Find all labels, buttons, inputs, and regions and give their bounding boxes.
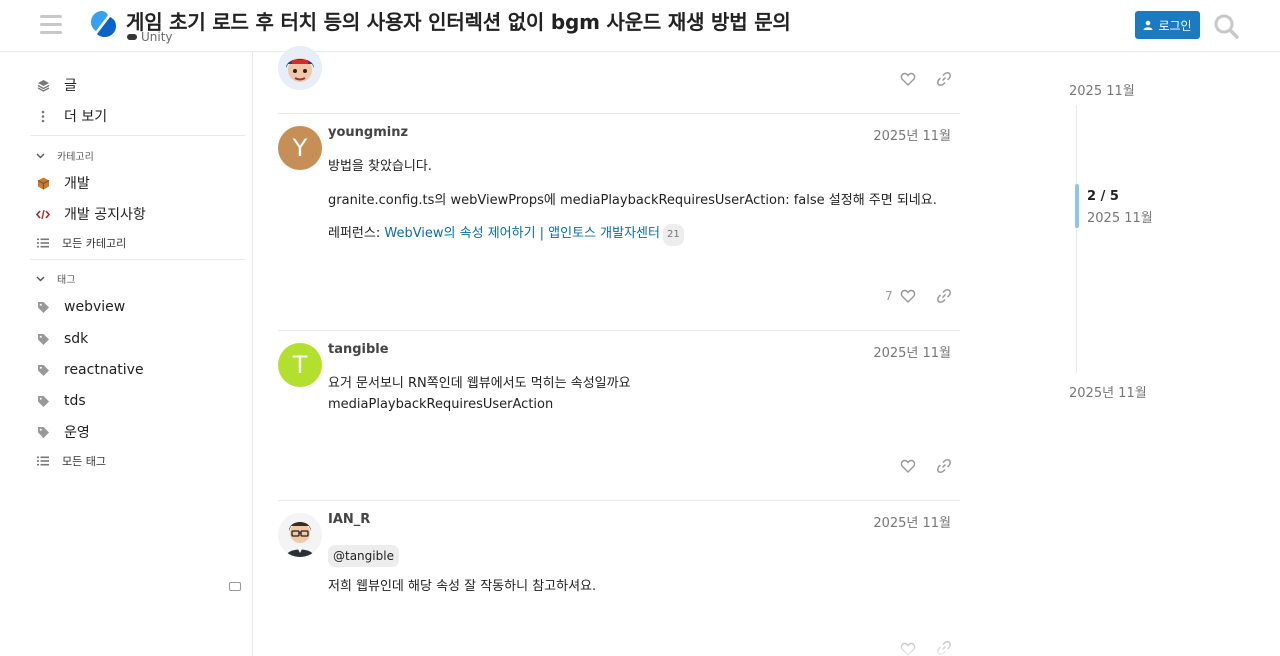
heart-icon[interactable]	[900, 71, 916, 87]
sidebar-item-label: 개발 공지사항	[64, 207, 146, 223]
keyboard-icon[interactable]	[229, 582, 241, 591]
user-mention[interactable]: @tangible	[328, 545, 399, 567]
sidebar-item-dev[interactable]: 개발	[36, 172, 90, 194]
avatar[interactable]: Y	[278, 126, 322, 170]
sidebar-tag-tds[interactable]: tds	[36, 390, 86, 412]
sidebar-tag-operation[interactable]: 운영	[36, 421, 90, 443]
sidebar-divider	[30, 259, 245, 260]
tag-icon	[36, 363, 50, 377]
categories-section-toggle[interactable]: 카테고리	[36, 148, 94, 163]
sidebar-tag-sdk[interactable]: sdk	[36, 328, 88, 350]
post-divider	[278, 330, 960, 331]
search-icon[interactable]	[1212, 12, 1240, 40]
post-date[interactable]: 2025년 11월	[860, 512, 951, 531]
scroll-fade	[253, 628, 1280, 656]
topic-category-label: Unity	[141, 30, 173, 44]
login-button[interactable]: 로그인	[1135, 11, 1200, 39]
reference-link[interactable]: WebView의 속성 제어하기 | 앱인토스 개발자센터	[384, 226, 660, 241]
gamepad-icon	[127, 34, 137, 40]
post-date[interactable]: 2025년 11월	[860, 125, 951, 144]
package-icon	[36, 176, 50, 190]
tags-header: 태그	[57, 275, 76, 286]
timeline-scroll-handle[interactable]	[1075, 184, 1079, 228]
site-logo[interactable]	[86, 8, 120, 42]
post-text: mediaPlaybackRequiresUserAction	[328, 397, 554, 412]
list-icon	[36, 454, 50, 468]
sidebar-tag-label: webview	[64, 299, 126, 315]
sidebar-item-label: 모든 태그	[62, 455, 106, 468]
chevron-down-icon	[36, 276, 45, 281]
post-reference: 레퍼런스: WebView의 속성 제어하기 | 앱인토스 개발자센터 21	[328, 224, 684, 246]
tag-icon	[36, 425, 50, 439]
post-text: granite.config.ts의 webViewProps에 mediaPl…	[328, 193, 937, 208]
sidebar-item-label: 글	[64, 78, 77, 94]
link-click-count: 21	[662, 224, 684, 246]
avatar-image	[278, 46, 322, 90]
topic-title[interactable]: 게임 초기 로드 후 터치 등의 사용자 인터렉션 없이 bgm 사운드 재생 …	[126, 6, 791, 35]
post-divider	[278, 113, 960, 114]
sidebar-tag-reactnative[interactable]: reactnative	[36, 359, 144, 381]
sidebar-divider	[30, 135, 245, 136]
like-count[interactable]: 7	[885, 289, 893, 303]
sidebar-tag-webview[interactable]: webview	[36, 296, 125, 318]
site-header: 게임 초기 로드 후 터치 등의 사용자 인터렉션 없이 bgm 사운드 재생 …	[0, 0, 1280, 52]
sidebar-item-more[interactable]: 더 보기	[36, 105, 107, 127]
link-icon[interactable]	[936, 288, 952, 304]
avatar[interactable]	[278, 513, 322, 557]
timeline-end-date[interactable]: 2025년 11월	[1069, 382, 1147, 401]
timeline-track[interactable]	[1076, 105, 1077, 373]
post-text: 요거 문서보니 RN쪽인데 웹뷰에서도 먹히는 속성일까요	[328, 376, 631, 391]
sidebar-item-label: 더 보기	[64, 109, 108, 125]
reference-prefix: 레퍼런스:	[328, 226, 385, 241]
heart-icon[interactable]	[900, 641, 916, 656]
sidebar-item-label: 개발	[64, 176, 90, 192]
login-label: 로그인	[1158, 18, 1192, 33]
avatar[interactable]: T	[278, 343, 322, 387]
post-username[interactable]: tangible	[328, 342, 389, 357]
code-icon	[36, 207, 50, 221]
avatar[interactable]	[278, 46, 322, 90]
timeline-position-date: 2025 11월	[1087, 211, 1153, 226]
layers-icon	[36, 78, 50, 92]
tag-icon	[36, 394, 50, 408]
categories-header: 카테고리	[57, 152, 94, 163]
user-icon	[1143, 20, 1153, 30]
timeline-position: 2 / 5	[1087, 189, 1119, 204]
heart-icon[interactable]	[900, 288, 916, 304]
link-icon[interactable]	[936, 458, 952, 474]
post-username[interactable]: IAN_R	[328, 512, 370, 527]
post-text: 저희 웹뷰인데 해당 속성 잘 작동하니 참고하셔요.	[328, 579, 597, 594]
avatar-image	[278, 513, 322, 557]
sidebar: 글 더 보기 카테고리 개발 개발 공지사항 모든 카테고리 태그 webvie…	[0, 52, 253, 656]
link-icon[interactable]	[936, 71, 952, 87]
post-mention-line: @tangible	[328, 545, 399, 567]
sidebar-item-all-categories[interactable]: 모든 카테고리	[36, 232, 126, 254]
sidebar-item-label: 모든 카테고리	[62, 237, 127, 250]
topic-category[interactable]: Unity	[127, 30, 173, 44]
timeline-start-date[interactable]: 2025 11월	[1069, 80, 1135, 99]
sidebar-tag-label: sdk	[64, 331, 89, 347]
sidebar-tag-label: tds	[64, 393, 86, 409]
sidebar-item-all-tags[interactable]: 모든 태그	[36, 450, 106, 472]
sidebar-item-dev-notice[interactable]: 개발 공지사항	[36, 203, 146, 225]
more-vertical-icon	[36, 109, 50, 123]
avatar-letter: T	[292, 351, 308, 379]
post-username[interactable]: youngminz	[328, 125, 408, 140]
heart-icon[interactable]	[900, 458, 916, 474]
list-icon	[36, 236, 50, 250]
hamburger-menu-icon[interactable]	[40, 15, 62, 35]
sidebar-tag-label: 운영	[64, 425, 90, 441]
tags-section-toggle[interactable]: 태그	[36, 271, 75, 286]
tag-icon	[36, 300, 50, 314]
link-icon[interactable]	[936, 640, 952, 656]
sidebar-tag-label: reactnative	[64, 362, 144, 378]
avatar-letter: Y	[292, 134, 308, 162]
sidebar-item-topics[interactable]: 글	[36, 74, 77, 96]
chevron-down-icon	[36, 153, 45, 158]
post-text: 방법을 찾았습니다.	[328, 159, 432, 174]
post-divider	[278, 500, 960, 501]
post-date[interactable]: 2025년 11월	[860, 342, 951, 361]
tag-icon	[36, 332, 50, 346]
